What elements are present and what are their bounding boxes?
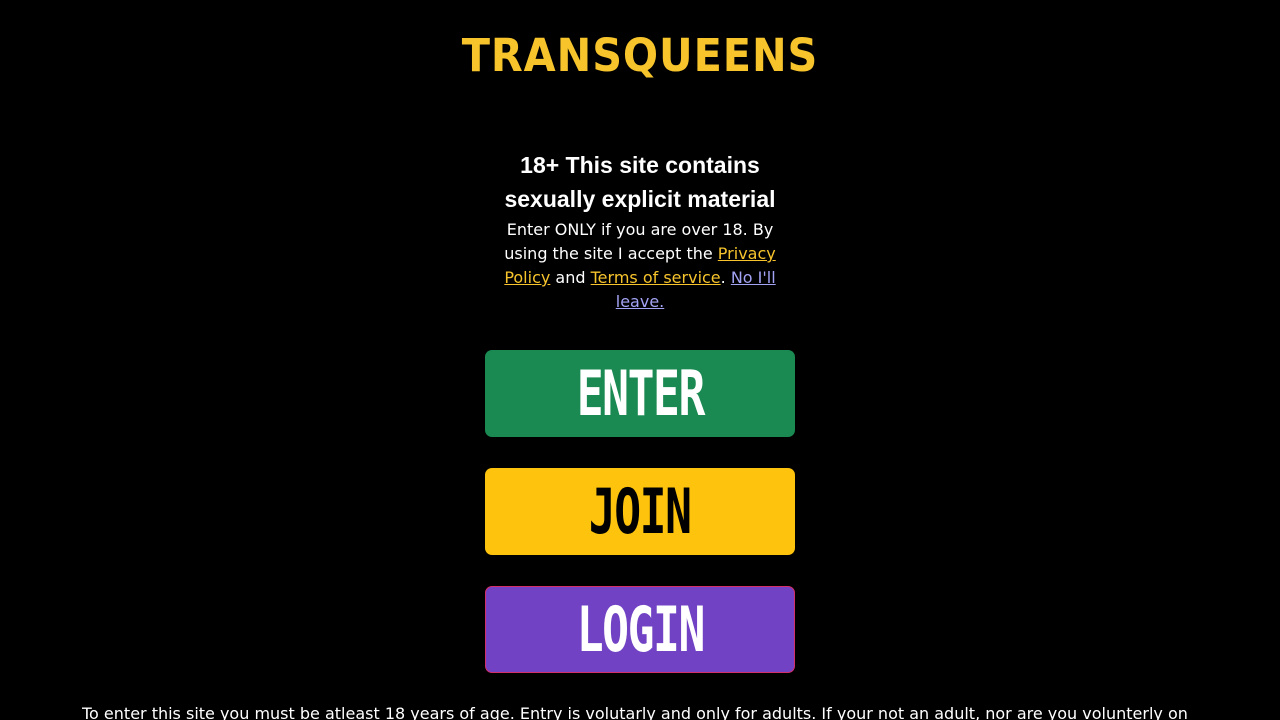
age-disclaimer: To enter this site you must be atleast 1…	[82, 704, 1188, 720]
login-button-label: LOGIN	[576, 593, 705, 666]
terms-of-service-link[interactable]: Terms of service	[591, 268, 721, 287]
and-text: and	[550, 268, 591, 287]
site-logo: TRANSQUEENS	[461, 29, 819, 82]
warning-title: 18+ This site contains sexually explicit…	[504, 152, 776, 212]
enter-button-label: ENTER	[576, 357, 705, 430]
age-gate-page: TRANSQUEENS 18+ This site contains sexua…	[0, 0, 1280, 720]
join-button[interactable]: JOIN	[485, 468, 795, 555]
warning-text: Enter ONLY if you are over 18. By using …	[490, 218, 790, 314]
age-warning: 18+ This site contains sexually explicit…	[490, 148, 790, 314]
period-text: .	[720, 268, 731, 287]
enter-button[interactable]: ENTER	[485, 350, 795, 437]
join-button-label: JOIN	[589, 475, 692, 548]
login-button[interactable]: LOGIN	[485, 586, 795, 673]
